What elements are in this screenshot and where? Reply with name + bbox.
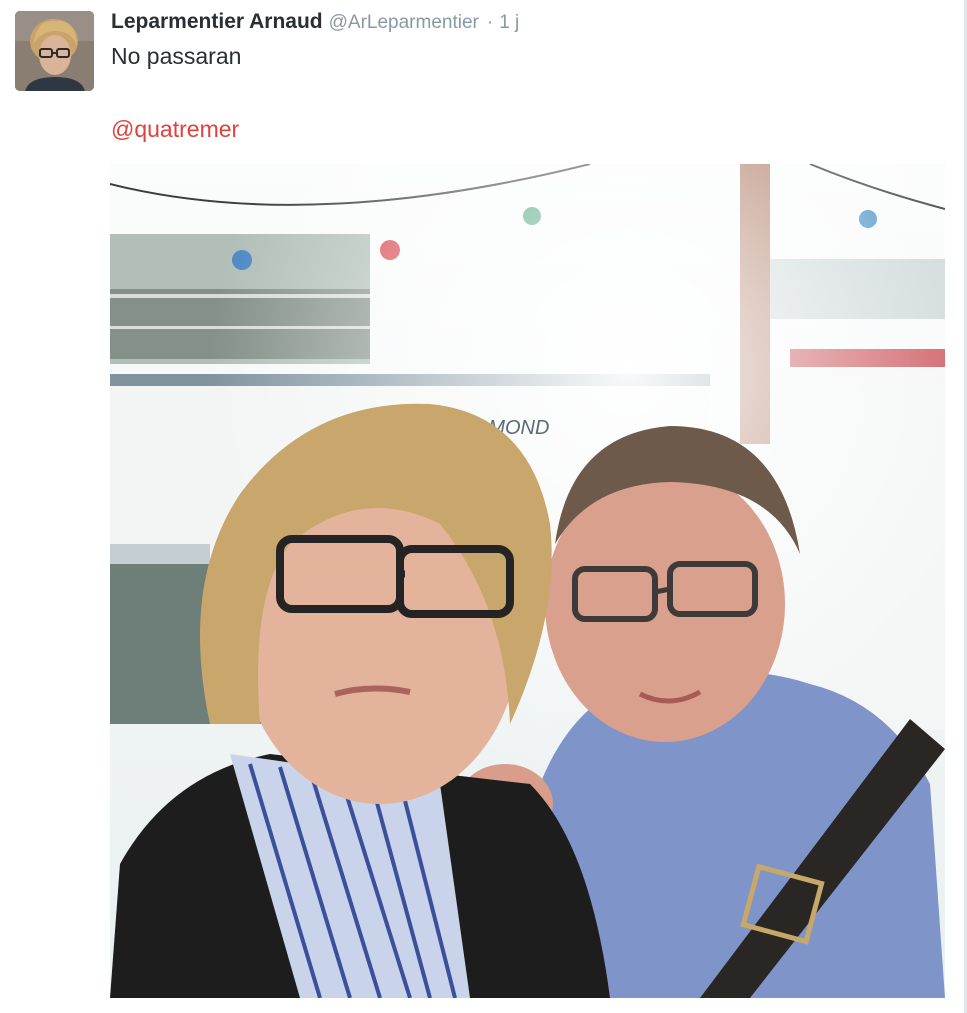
mention-link[interactable]: @quatremer [111, 116, 239, 143]
tweet-header: Leparmentier Arnaud @ArLeparmentier · 1 … [111, 10, 519, 36]
tweet-text: No passaran [111, 43, 242, 69]
tweet-media-photo[interactable]: AMOND [110, 164, 945, 998]
tweet-card: Leparmentier Arnaud @ArLeparmentier · 1 … [0, 0, 967, 1013]
author-avatar[interactable] [15, 11, 94, 91]
meta-separator: · [486, 12, 494, 33]
author-handle[interactable]: @ArLeparmentier [329, 12, 479, 34]
avatar-photo-icon [15, 11, 94, 91]
author-name[interactable]: Leparmentier Arnaud [111, 10, 323, 34]
selfie-photo-icon: AMOND [110, 164, 945, 998]
tweet-timestamp[interactable]: 1 j [499, 12, 519, 34]
